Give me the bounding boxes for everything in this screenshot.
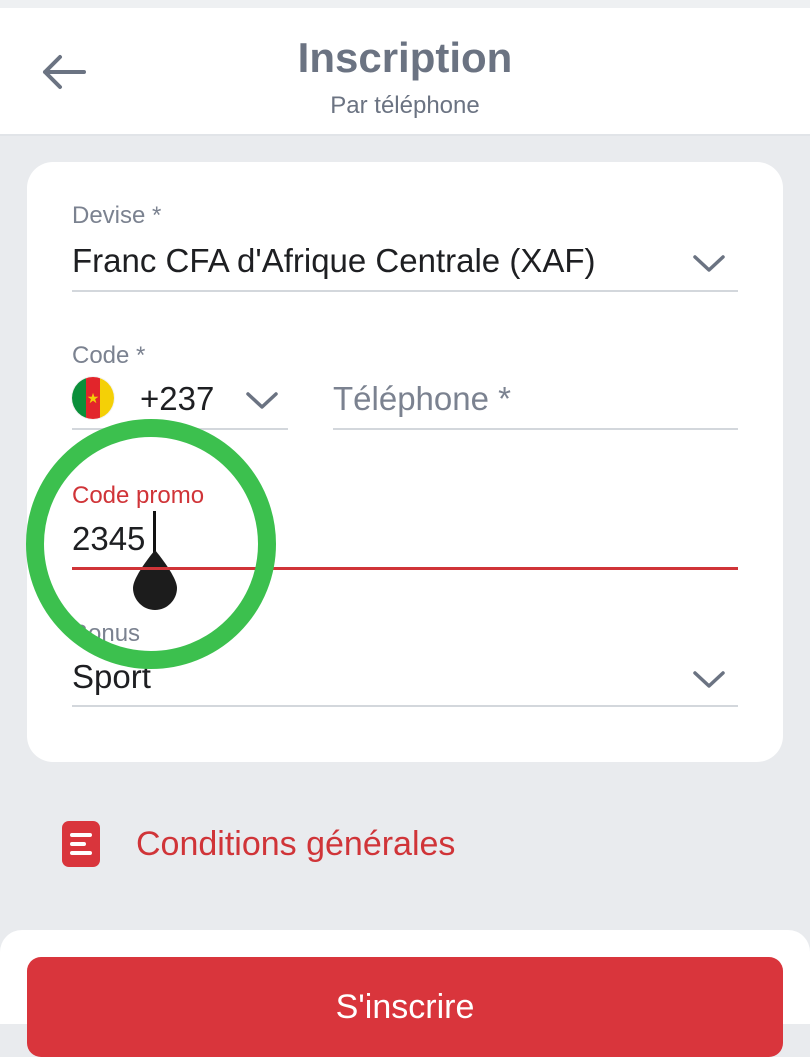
bonus-underline — [72, 705, 738, 707]
page-subtitle: Par téléphone — [330, 92, 480, 119]
signup-button[interactable]: S'inscrire — [27, 957, 783, 1057]
terms-label: Conditions générales — [136, 824, 456, 863]
country-code-value: +237 — [140, 380, 215, 417]
page-title: Inscription — [297, 34, 513, 81]
code-underline — [72, 428, 288, 430]
status-strip — [0, 0, 810, 8]
currency-select[interactable]: Franc CFA d'Afrique Centrale (XAF) — [72, 234, 738, 292]
registration-form-card: Devise * Franc CFA d'Afrique Centrale (X… — [27, 162, 783, 762]
chevron-down-icon — [693, 255, 725, 272]
bonus-label: Bonus — [72, 620, 141, 647]
promo-code-underline — [72, 567, 738, 570]
currency-label: Devise * — [72, 202, 162, 229]
currency-value: Franc CFA d'Afrique Centrale (XAF) — [72, 242, 596, 279]
terms-link[interactable]: Conditions générales — [62, 818, 455, 870]
cameroon-flag-icon: ★ — [72, 377, 114, 419]
document-icon — [62, 821, 100, 867]
bonus-value: Sport — [72, 658, 151, 695]
phone-underline — [333, 428, 738, 430]
chevron-down-icon — [246, 392, 278, 409]
phone-input[interactable]: Téléphone * — [333, 372, 738, 428]
code-label: Code * — [72, 342, 146, 369]
cursor-handle-icon[interactable] — [131, 548, 179, 612]
chevron-down-icon — [693, 671, 725, 688]
app-header: Inscription Par téléphone — [0, 8, 810, 136]
bonus-select[interactable]: Sport — [72, 650, 738, 706]
currency-underline — [72, 290, 738, 292]
phone-placeholder: Téléphone * — [333, 380, 511, 417]
promo-code-label: Code promo — [72, 482, 205, 509]
